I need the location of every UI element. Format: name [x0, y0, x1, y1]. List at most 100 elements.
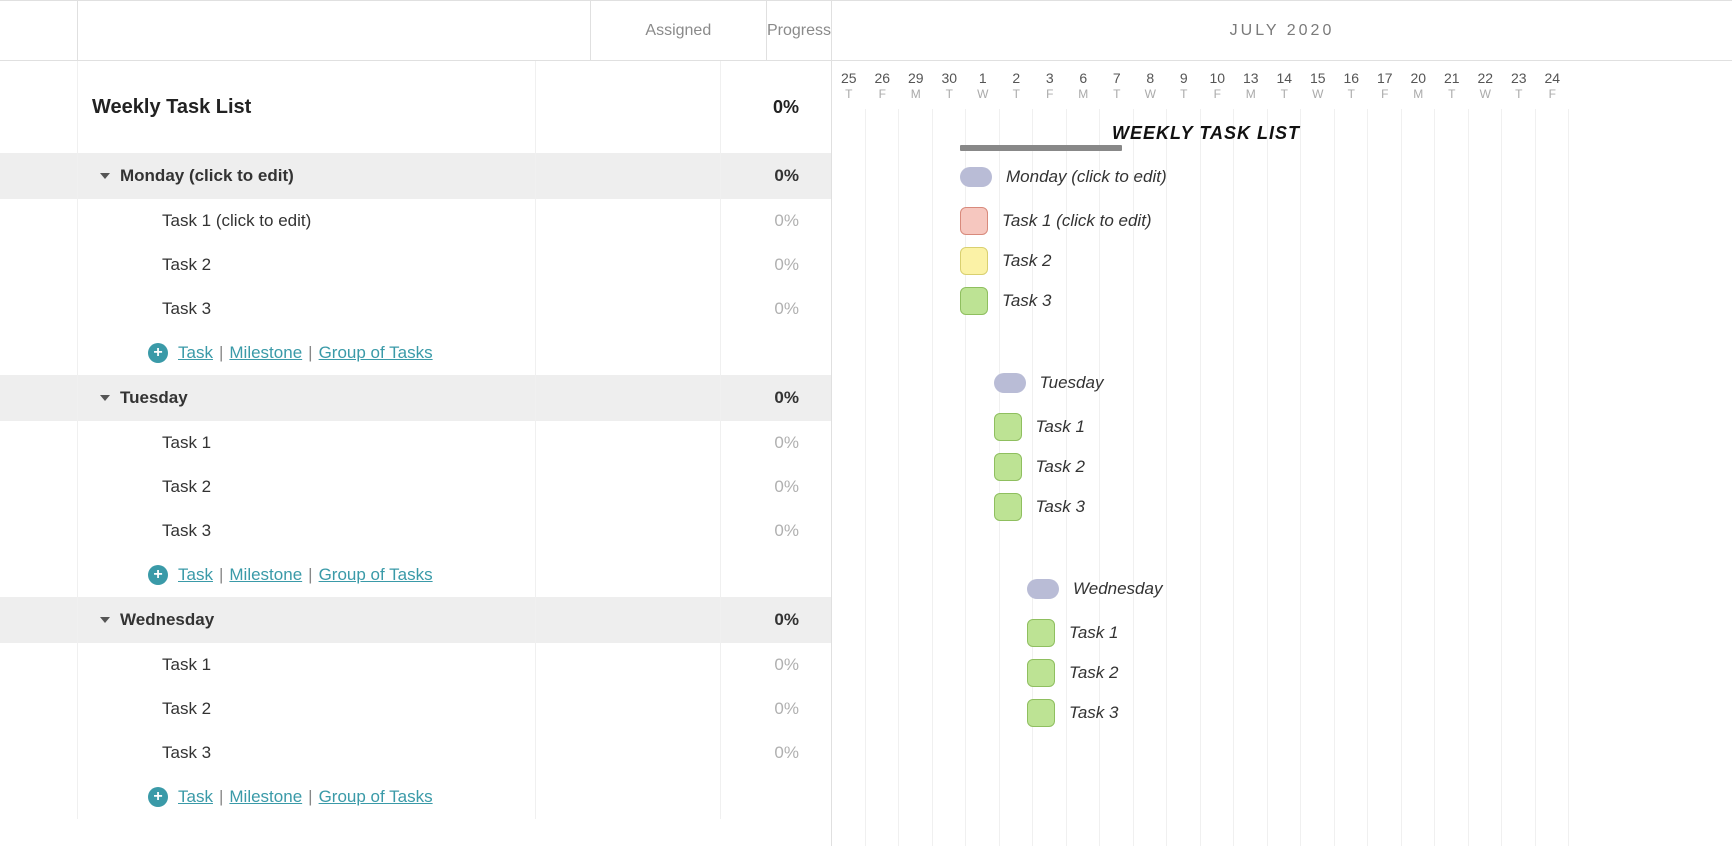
date-cell[interactable]: 7T	[1100, 61, 1134, 109]
task-row[interactable]: Task 10%	[0, 421, 831, 465]
timeline-group[interactable]: Wednesday	[1027, 579, 1162, 599]
task-box[interactable]	[960, 207, 988, 235]
plus-circle-icon[interactable]: +	[148, 787, 168, 807]
timeline-group[interactable]: Monday (click to edit)	[960, 167, 1167, 187]
task-box[interactable]	[960, 287, 988, 315]
task-row[interactable]: Task 30%	[0, 731, 831, 775]
task-row[interactable]: Task 20%	[0, 243, 831, 287]
task-row[interactable]: Task 30%	[0, 509, 831, 553]
timeline-task[interactable]: Task 1	[994, 413, 1085, 441]
col-header-progress[interactable]: Progress	[767, 1, 831, 60]
date-cell[interactable]: 13M	[1234, 61, 1268, 109]
date-cell[interactable]: 2T	[1000, 61, 1034, 109]
date-cell[interactable]: 21T	[1435, 61, 1469, 109]
date-cell[interactable]: 23T	[1502, 61, 1536, 109]
date-cell[interactable]: 6M	[1067, 61, 1101, 109]
timeline-task[interactable]: Task 3	[1027, 699, 1118, 727]
timeline-group[interactable]: Tuesday	[994, 373, 1104, 393]
timeline-task[interactable]: Task 1 (click to edit)	[960, 207, 1152, 235]
task-list-header: Assigned Progress	[0, 1, 831, 61]
date-cell[interactable]: 9T	[1167, 61, 1201, 109]
plus-circle-icon[interactable]: +	[148, 343, 168, 363]
task-box[interactable]	[1027, 619, 1055, 647]
chevron-down-icon[interactable]	[100, 173, 110, 179]
add-task-link[interactable]: Task	[178, 565, 213, 585]
timeline-task-label: Task 2	[1036, 457, 1085, 477]
task-row[interactable]: Task 10%	[0, 643, 831, 687]
date-cell[interactable]: 14T	[1268, 61, 1302, 109]
task-box[interactable]	[994, 453, 1022, 481]
date-cell[interactable]: 3F	[1033, 61, 1067, 109]
timeline-task-label: Task 2	[1069, 663, 1118, 683]
task-list-body: Weekly Task List0%Monday (click to edit)…	[0, 61, 831, 846]
date-cell[interactable]: 25T	[832, 61, 866, 109]
timeline-project-bar[interactable]	[960, 145, 1122, 151]
add-milestone-link[interactable]: Milestone	[229, 343, 302, 363]
timeline-group-label: Wednesday	[1073, 579, 1162, 599]
add-milestone-link[interactable]: Milestone	[229, 787, 302, 807]
date-cell[interactable]: 20M	[1402, 61, 1436, 109]
timeline-task[interactable]: Task 2	[960, 247, 1051, 275]
date-cell[interactable]: 1W	[966, 61, 1000, 109]
date-cell[interactable]: 30T	[933, 61, 967, 109]
timeline-task[interactable]: Task 2	[994, 453, 1085, 481]
task-name: Task 1 (click to edit)	[162, 211, 311, 231]
timeline-task-label: Task 1	[1069, 623, 1118, 643]
date-cell[interactable]: 17F	[1368, 61, 1402, 109]
group-row[interactable]: Monday (click to edit)0%	[0, 153, 831, 199]
timeline-task-label: Task 3	[1002, 291, 1051, 311]
col-header-assigned[interactable]: Assigned	[590, 1, 767, 60]
timeline-task[interactable]: Task 2	[1027, 659, 1118, 687]
group-pill[interactable]	[960, 167, 992, 187]
timeline-task[interactable]: Task 1	[1027, 619, 1118, 647]
group-pill[interactable]	[1027, 579, 1059, 599]
add-group-link[interactable]: Group of Tasks	[319, 787, 433, 807]
group-name: Monday (click to edit)	[120, 166, 294, 186]
task-row[interactable]: Task 1 (click to edit)0%	[0, 199, 831, 243]
timeline-task-label: Task 3	[1036, 497, 1085, 517]
plus-circle-icon[interactable]: +	[148, 565, 168, 585]
timeline-task-label: Task 2	[1002, 251, 1051, 271]
task-box[interactable]	[960, 247, 988, 275]
project-row[interactable]: Weekly Task List0%	[0, 61, 831, 153]
timeline-task-label: Task 1 (click to edit)	[1002, 211, 1152, 231]
timeline-task[interactable]: Task 3	[994, 493, 1085, 521]
task-box[interactable]	[994, 493, 1022, 521]
task-name: Task 3	[162, 743, 211, 763]
timeline-task-label: Task 3	[1069, 703, 1118, 723]
task-row[interactable]: Task 20%	[0, 465, 831, 509]
date-cell[interactable]: 15W	[1301, 61, 1335, 109]
timeline-project-title: WEEKLY TASK LIST	[1112, 123, 1300, 144]
task-box[interactable]	[1027, 699, 1055, 727]
add-group-link[interactable]: Group of Tasks	[319, 565, 433, 585]
add-row: +Task|Milestone|Group of Tasks	[0, 331, 831, 375]
date-cell[interactable]: 8W	[1134, 61, 1168, 109]
date-cell[interactable]: 22W	[1469, 61, 1503, 109]
date-cell[interactable]: 26F	[866, 61, 900, 109]
task-name: Task 2	[162, 255, 211, 275]
task-box[interactable]	[994, 413, 1022, 441]
timeline-body[interactable]: WEEKLY TASK LIST Monday (click to edit) T…	[832, 109, 1732, 846]
chevron-down-icon[interactable]	[100, 617, 110, 623]
timeline-task[interactable]: Task 3	[960, 287, 1051, 315]
date-cell[interactable]: 29M	[899, 61, 933, 109]
add-task-link[interactable]: Task	[178, 787, 213, 807]
add-milestone-link[interactable]: Milestone	[229, 565, 302, 585]
add-task-link[interactable]: Task	[178, 343, 213, 363]
timeline-pane[interactable]: JULY 2020 25T26F29M30T1W2T3F6M7T8W9T10F1…	[832, 1, 1732, 846]
chevron-down-icon[interactable]	[100, 395, 110, 401]
group-name: Tuesday	[120, 388, 188, 408]
date-cell[interactable]: 10F	[1201, 61, 1235, 109]
task-list-pane: Assigned Progress Weekly Task List0%Mond…	[0, 1, 832, 846]
task-name: Task 3	[162, 299, 211, 319]
task-box[interactable]	[1027, 659, 1055, 687]
add-row: +Task|Milestone|Group of Tasks	[0, 775, 831, 819]
group-row[interactable]: Tuesday0%	[0, 375, 831, 421]
add-group-link[interactable]: Group of Tasks	[319, 343, 433, 363]
date-cell[interactable]: 24F	[1536, 61, 1570, 109]
group-row[interactable]: Wednesday0%	[0, 597, 831, 643]
date-cell[interactable]: 16T	[1335, 61, 1369, 109]
group-pill[interactable]	[994, 373, 1026, 393]
task-row[interactable]: Task 20%	[0, 687, 831, 731]
task-row[interactable]: Task 30%	[0, 287, 831, 331]
